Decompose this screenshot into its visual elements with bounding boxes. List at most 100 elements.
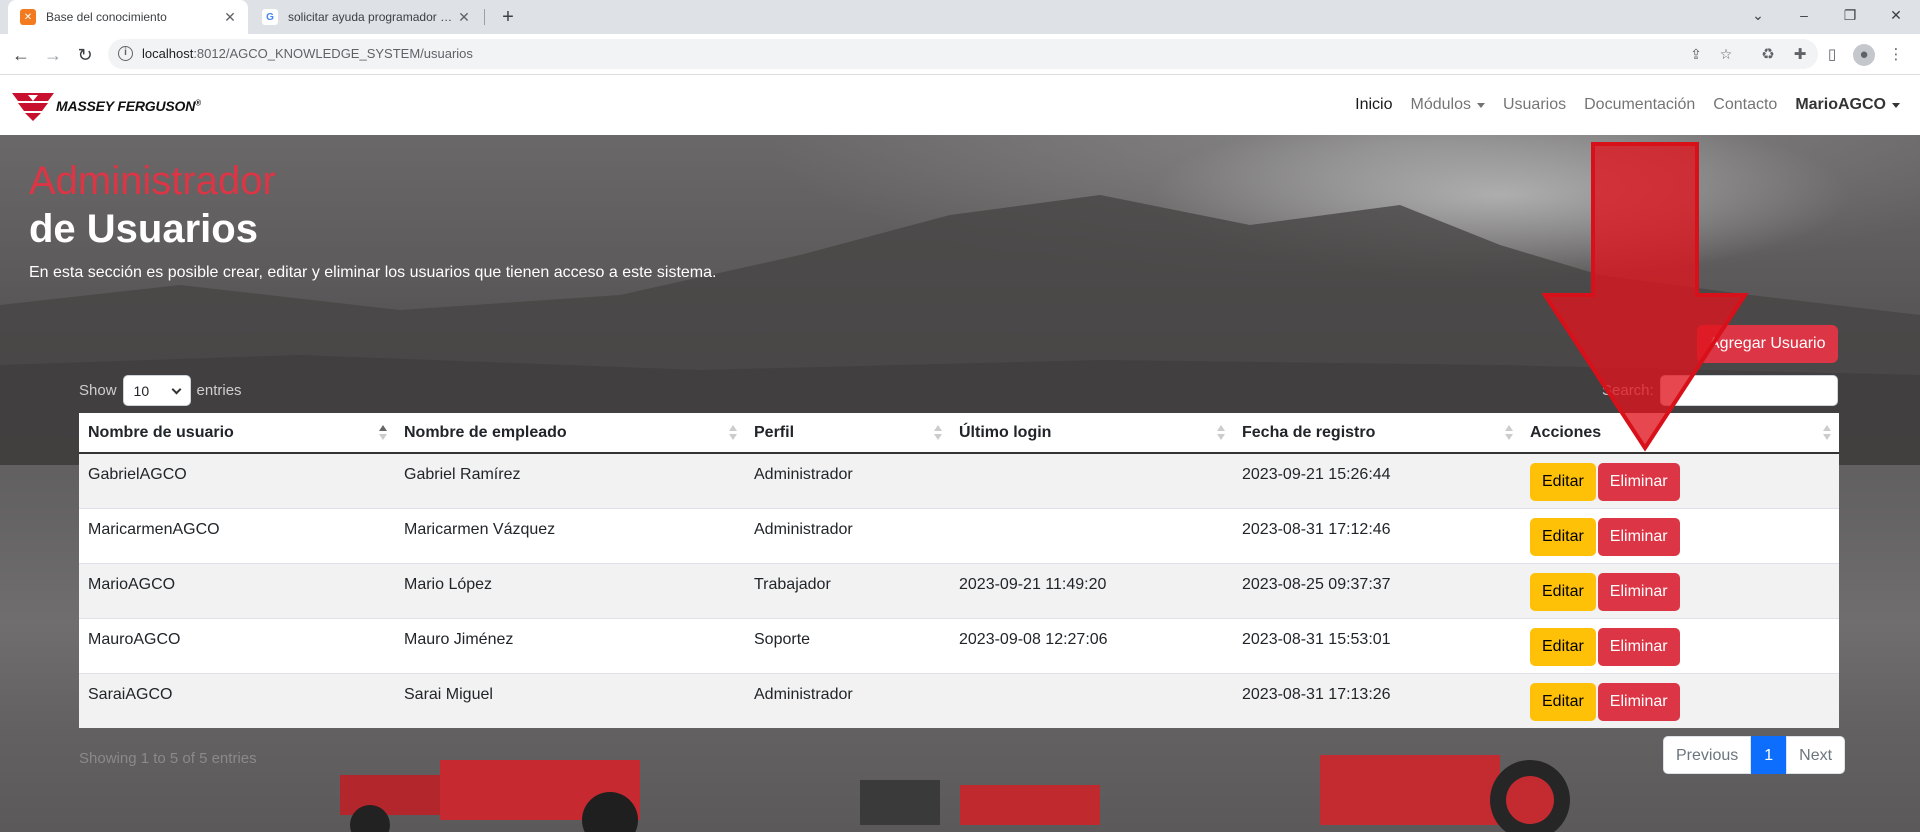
tractors-background-image [340, 755, 1570, 832]
cell-ultimo-login [950, 507, 1233, 563]
edit-button[interactable]: Editar [1530, 627, 1596, 666]
column-header-fecha-registro[interactable]: Fecha de registro [1233, 413, 1521, 454]
table-search-control: Search: [1602, 375, 1838, 406]
reload-icon[interactable]: ↻ [72, 42, 98, 68]
extensions-puzzle-icon[interactable]: ✚ [1789, 44, 1811, 66]
table-row: MaricarmenAGCO Maricarmen Vázquez Admini… [79, 507, 1839, 563]
delete-button[interactable]: Eliminar [1597, 627, 1680, 666]
cell-fecha-registro: 2023-08-25 09:37:37 [1233, 562, 1521, 618]
cell-empleado: Mauro Jiménez [395, 617, 745, 673]
cell-usuario: SaraiAGCO [79, 672, 395, 728]
page-length-select[interactable]: 10 [122, 375, 191, 406]
minimize-icon[interactable]: – [1781, 0, 1827, 30]
delete-button[interactable]: Eliminar [1597, 517, 1680, 556]
tab-search-icon[interactable]: ⌄ [1735, 0, 1781, 30]
brand-link[interactable]: MASSEY FERGUSON® [12, 91, 201, 121]
cell-usuario: GabrielAGCO [79, 452, 395, 508]
cell-perfil: Administrador [745, 672, 950, 728]
bookmark-star-icon[interactable]: ☆ [1716, 44, 1736, 64]
nav-contacto[interactable]: Contacto [1713, 96, 1777, 114]
edit-button[interactable]: Editar [1530, 682, 1596, 721]
cell-perfil: Soporte [745, 617, 950, 673]
nav-inicio[interactable]: Inicio [1355, 96, 1392, 114]
url-text: localhost:8012/AGCO_KNOWLEDGE_SYSTEM/usu… [142, 46, 473, 61]
massey-ferguson-logo-icon [12, 93, 54, 121]
cell-perfil: Administrador [745, 507, 950, 563]
table-row: MauroAGCO Mauro Jiménez Soporte 2023-09-… [79, 617, 1839, 673]
cell-usuario: MarioAGCO [79, 562, 395, 618]
recycle-extension-icon[interactable]: ♻ [1757, 44, 1779, 66]
delete-button[interactable]: Eliminar [1597, 682, 1680, 721]
sort-icon [934, 425, 942, 441]
sort-icon [729, 425, 737, 441]
sort-icon [379, 425, 387, 441]
new-tab-button[interactable]: + [496, 5, 520, 29]
cell-fecha-registro: 2023-08-31 15:53:01 [1233, 617, 1521, 673]
browser-tab[interactable]: G solicitar ayuda programador - Bu ✕ [250, 0, 482, 34]
page-length-value: 10 [133, 382, 150, 399]
cell-fecha-registro: 2023-09-21 15:26:44 [1233, 452, 1521, 508]
side-panel-icon[interactable]: ▯ [1821, 44, 1843, 66]
caret-down-icon [1892, 102, 1900, 108]
page-title-line1: Administrador [29, 159, 276, 203]
cell-ultimo-login [950, 452, 1233, 508]
page-description: En esta sección es posible crear, editar… [29, 264, 717, 281]
close-tab-icon[interactable]: ✕ [222, 9, 238, 26]
entries-label: entries [196, 382, 242, 399]
google-icon: G [262, 9, 278, 25]
table-row: SaraiAGCO Sarai Miguel Administrador 202… [79, 672, 1839, 728]
column-header-perfil[interactable]: Perfil [745, 413, 950, 454]
edit-button[interactable]: Editar [1530, 517, 1596, 556]
add-user-button[interactable]: Agregar Usuario [1697, 325, 1838, 363]
forward-icon[interactable]: → [40, 42, 66, 68]
browser-tab-active[interactable]: ✕ Base del conocimiento ✕ [8, 0, 248, 34]
cell-ultimo-login [950, 672, 1233, 728]
close-tab-icon[interactable]: ✕ [456, 9, 472, 26]
user-menu-dropdown[interactable]: MarioAGCO [1795, 96, 1900, 114]
address-bar[interactable]: i localhost:8012/AGCO_KNOWLEDGE_SYSTEM/u… [108, 39, 1818, 69]
delete-button[interactable]: Eliminar [1597, 572, 1680, 611]
menu-kebab-icon[interactable]: ⋮ [1885, 44, 1907, 66]
profile-avatar-icon[interactable]: ● [1853, 44, 1875, 66]
sort-icon [1217, 425, 1225, 441]
cell-empleado: Mario López [395, 562, 745, 618]
back-icon[interactable]: ← [8, 42, 34, 68]
page-title-line2: de Usuarios [29, 207, 258, 251]
nav-menu: Inicio Módulos Usuarios Documentación Co… [1337, 75, 1900, 135]
share-icon[interactable]: ⇪ [1686, 44, 1706, 64]
column-header-usuario[interactable]: Nombre de usuario [79, 413, 395, 454]
cell-usuario: MauroAGCO [79, 617, 395, 673]
users-table-container: Nombre de usuario Nombre de empleado Per… [79, 413, 1839, 728]
delete-button[interactable]: Eliminar [1597, 463, 1680, 501]
tab-title: Base del conocimiento [46, 10, 167, 24]
column-header-acciones[interactable]: Acciones [1521, 413, 1839, 454]
brand-name: MASSEY FERGUSON® [56, 98, 201, 114]
cell-empleado: Maricarmen Vázquez [395, 507, 745, 563]
nav-usuarios[interactable]: Usuarios [1503, 96, 1566, 114]
cell-perfil: Trabajador [745, 562, 950, 618]
sort-icon [1823, 425, 1831, 441]
info-icon[interactable]: i [118, 46, 133, 61]
cell-empleado: Gabriel Ramírez [395, 452, 745, 508]
edit-button[interactable]: Editar [1530, 572, 1596, 611]
close-window-icon[interactable]: ✕ [1873, 0, 1919, 30]
search-label: Search: [1602, 382, 1654, 399]
cell-fecha-registro: 2023-08-31 17:13:26 [1233, 672, 1521, 728]
chevron-down-icon [171, 384, 181, 394]
table-row: MarioAGCO Mario López Trabajador 2023-09… [79, 562, 1839, 618]
search-input[interactable] [1659, 375, 1838, 406]
browser-toolbar: ← → ↻ i localhost:8012/AGCO_KNOWLEDGE_SY… [0, 34, 1920, 75]
column-header-empleado[interactable]: Nombre de empleado [395, 413, 745, 454]
restore-icon[interactable]: ❐ [1827, 0, 1873, 30]
tab-separator [484, 9, 485, 25]
cell-acciones: Editar Eliminar [1521, 617, 1839, 673]
column-header-ultimo-login[interactable]: Último login [950, 413, 1233, 454]
site-navbar: MASSEY FERGUSON® Inicio Módulos Usuarios… [0, 75, 1920, 135]
page-length-control: Show 10 entries [79, 375, 242, 406]
nav-documentacion[interactable]: Documentación [1584, 96, 1695, 114]
browser-tab-bar: ✕ Base del conocimiento ✕ G solicitar ay… [0, 0, 1920, 34]
nav-modulos-dropdown[interactable]: Módulos [1410, 96, 1485, 114]
edit-button[interactable]: Editar [1530, 463, 1596, 501]
cell-usuario: MaricarmenAGCO [79, 507, 395, 563]
cell-ultimo-login: 2023-09-21 11:49:20 [950, 562, 1233, 618]
